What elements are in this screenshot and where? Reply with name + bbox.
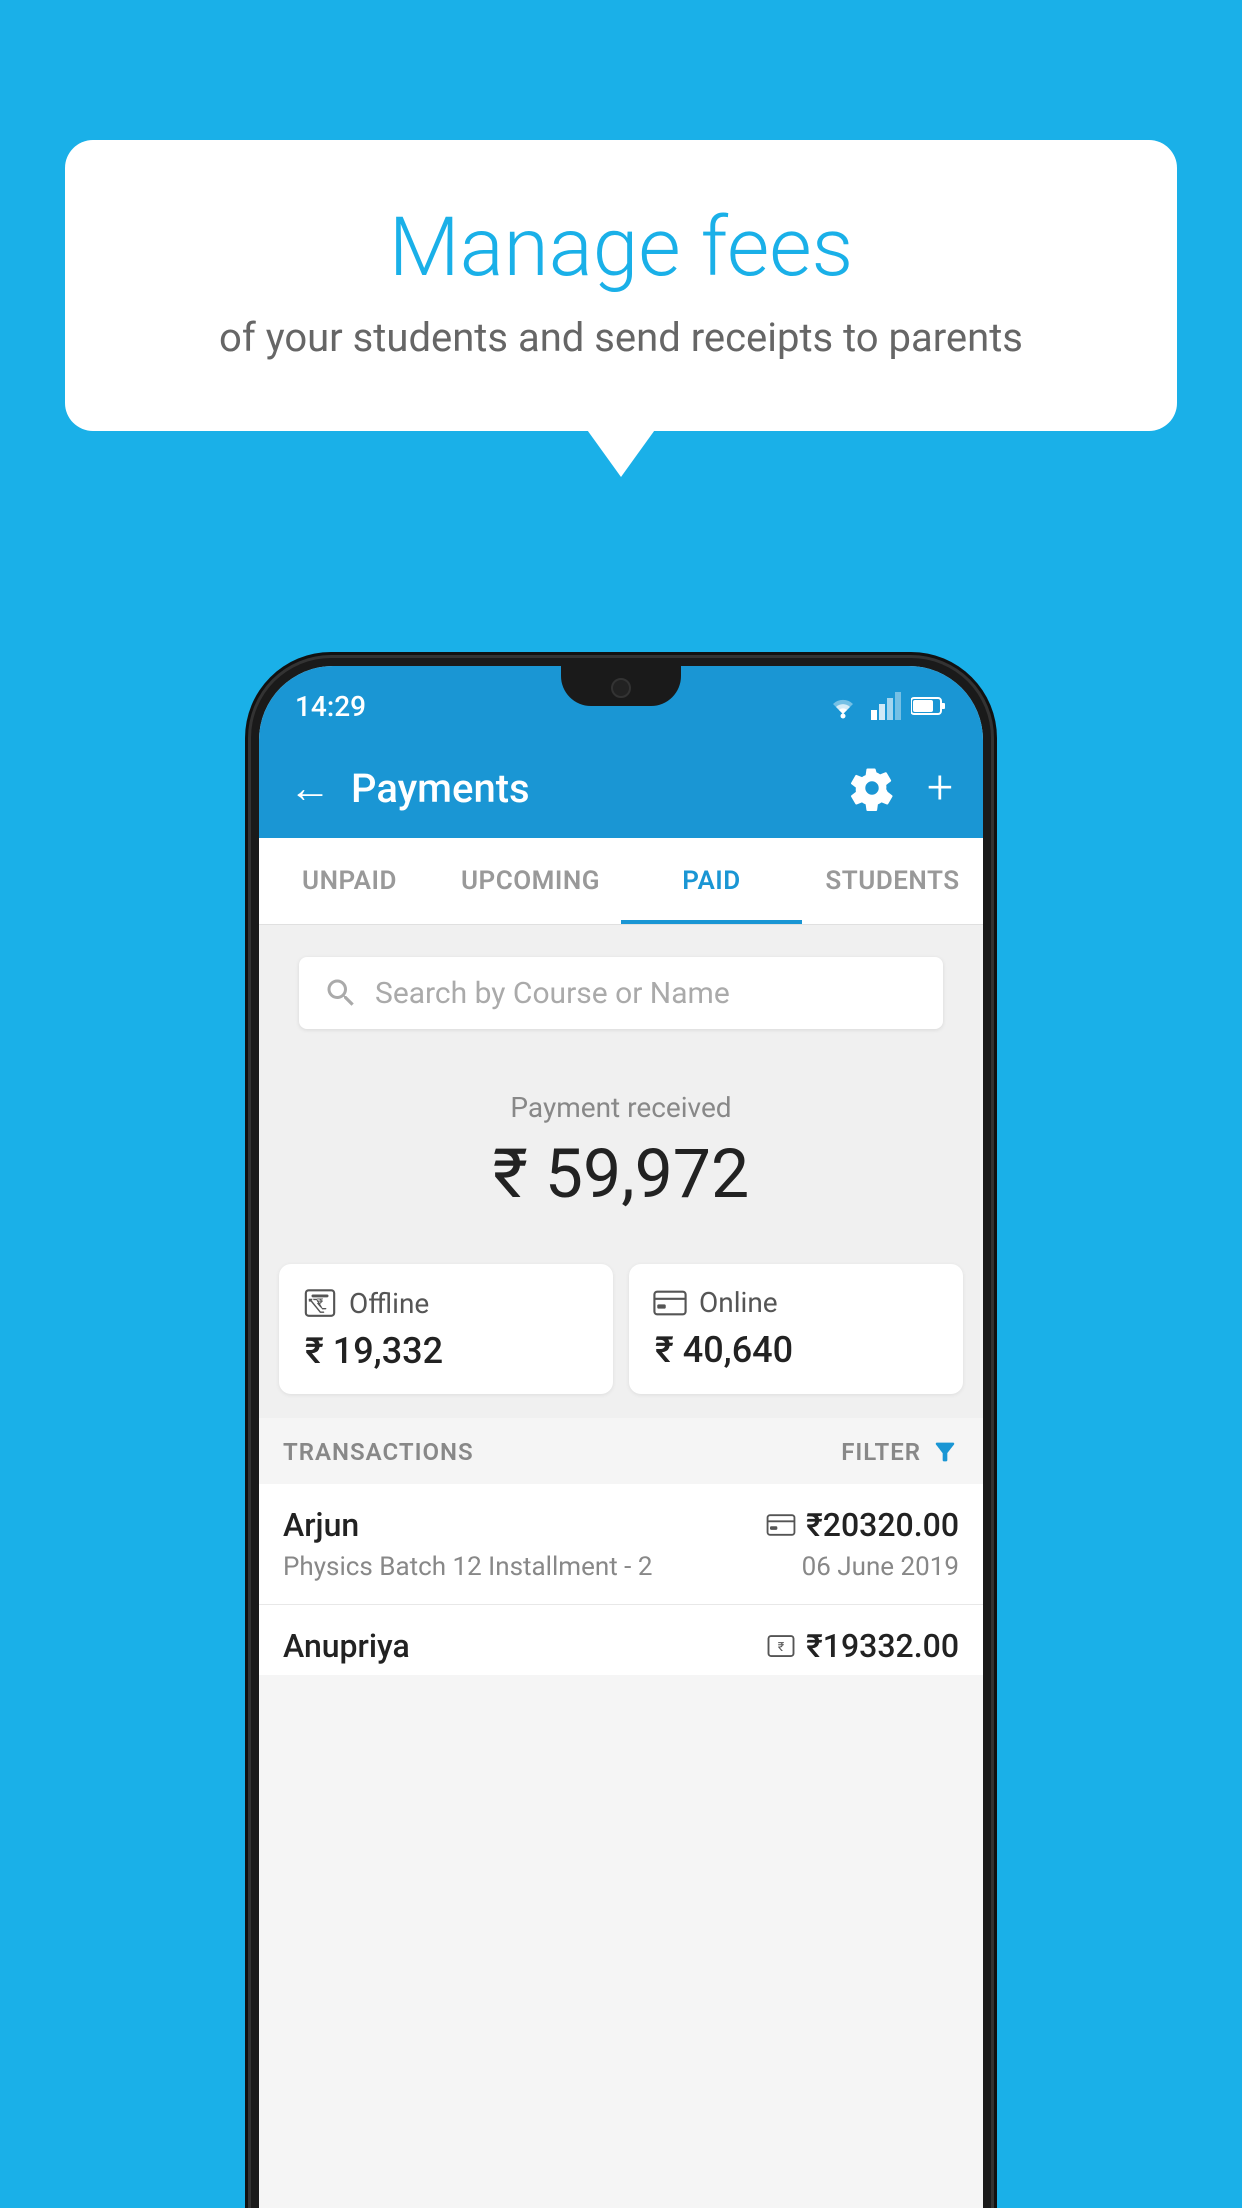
payment-amount: ₹ 59,972 bbox=[279, 1134, 963, 1214]
transactions-label: TRANSACTIONS bbox=[283, 1438, 474, 1466]
signal-icon bbox=[871, 692, 901, 720]
transaction-amount: ₹20320.00 bbox=[806, 1506, 959, 1544]
transaction-date: 06 June 2019 bbox=[802, 1552, 959, 1582]
transaction-name: Arjun bbox=[283, 1506, 359, 1544]
wifi-icon bbox=[825, 692, 861, 720]
svg-text:₹: ₹ bbox=[317, 1296, 324, 1311]
offline-payment-card: ₹ Offline ₹ 19,332 bbox=[279, 1264, 613, 1394]
search-icon bbox=[323, 975, 359, 1011]
filter-wrapper[interactable]: FILTER bbox=[841, 1438, 959, 1466]
add-payment-button[interactable]: + bbox=[927, 761, 953, 815]
svg-text:₹: ₹ bbox=[778, 1640, 785, 1655]
transaction-top: Arjun ₹20320.00 bbox=[283, 1506, 959, 1544]
offline-payment-icon: ₹ bbox=[303, 1286, 337, 1320]
offline-card-header: ₹ Offline bbox=[303, 1286, 589, 1320]
transaction-offline-icon: ₹ bbox=[766, 1631, 796, 1661]
online-payment-icon bbox=[653, 1290, 687, 1316]
transactions-header: TRANSACTIONS FILTER bbox=[259, 1418, 983, 1484]
notch bbox=[561, 666, 681, 706]
speech-bubble: Manage fees of your students and send re… bbox=[65, 140, 1177, 431]
online-label: Online bbox=[699, 1286, 778, 1319]
tab-upcoming[interactable]: UPCOMING bbox=[440, 838, 621, 924]
transaction-course: Physics Batch 12 Installment - 2 bbox=[283, 1552, 652, 1582]
phone-screen: 14:29 bbox=[259, 666, 983, 2208]
transaction-amount-wrapper: ₹20320.00 bbox=[766, 1506, 959, 1544]
transaction-bottom: Physics Batch 12 Installment - 2 06 June… bbox=[283, 1552, 959, 1582]
search-bar-wrapper: Search by Course or Name bbox=[259, 925, 983, 1061]
app-header: ← Payments + bbox=[259, 738, 983, 838]
speech-bubble-container: Manage fees of your students and send re… bbox=[65, 140, 1177, 431]
filter-icon bbox=[931, 1438, 959, 1466]
transaction-amount-2: ₹19332.00 bbox=[806, 1627, 959, 1665]
payment-summary: Payment received ₹ 59,972 bbox=[259, 1061, 983, 1244]
transaction-name-2: Anupriya bbox=[283, 1627, 410, 1665]
transaction-amount-wrapper-2: ₹ ₹19332.00 bbox=[766, 1627, 959, 1665]
notch-camera bbox=[611, 678, 631, 698]
header-title: Payments bbox=[351, 765, 829, 812]
offline-amount: ₹ 19,332 bbox=[303, 1330, 589, 1372]
tabs-container: UNPAID UPCOMING PAID STUDENTS bbox=[259, 838, 983, 925]
phone-frame: 14:29 bbox=[251, 658, 991, 2208]
transaction-row[interactable]: Arjun ₹20320.00 Physics Batch 12 Install… bbox=[259, 1484, 983, 1605]
battery-icon bbox=[911, 695, 947, 717]
gear-icon[interactable] bbox=[849, 765, 895, 811]
search-bar[interactable]: Search by Course or Name bbox=[299, 957, 943, 1029]
online-card-header: Online bbox=[653, 1286, 939, 1319]
search-placeholder: Search by Course or Name bbox=[375, 976, 730, 1011]
partial-top: Anupriya ₹ ₹19332.00 bbox=[283, 1627, 959, 1665]
transaction-row-partial[interactable]: Anupriya ₹ ₹19332.00 bbox=[259, 1605, 983, 1675]
bubble-subtitle: of your students and send receipts to pa… bbox=[145, 314, 1097, 361]
phone-outer: 14:29 bbox=[251, 658, 991, 2208]
tab-unpaid[interactable]: UNPAID bbox=[259, 838, 440, 924]
tab-paid[interactable]: PAID bbox=[621, 838, 802, 924]
online-payment-card: Online ₹ 40,640 bbox=[629, 1264, 963, 1394]
status-time: 14:29 bbox=[295, 690, 366, 723]
bubble-title: Manage fees bbox=[145, 200, 1097, 296]
status-icons bbox=[825, 692, 947, 720]
tab-students[interactable]: STUDENTS bbox=[802, 838, 983, 924]
transaction-payment-icon bbox=[766, 1514, 796, 1536]
payment-cards: ₹ Offline ₹ 19,332 bbox=[259, 1244, 983, 1418]
payment-received-label: Payment received bbox=[279, 1091, 963, 1124]
back-button[interactable]: ← bbox=[289, 764, 331, 813]
offline-label: Offline bbox=[349, 1287, 429, 1320]
filter-label: FILTER bbox=[841, 1438, 921, 1466]
online-amount: ₹ 40,640 bbox=[653, 1329, 939, 1371]
